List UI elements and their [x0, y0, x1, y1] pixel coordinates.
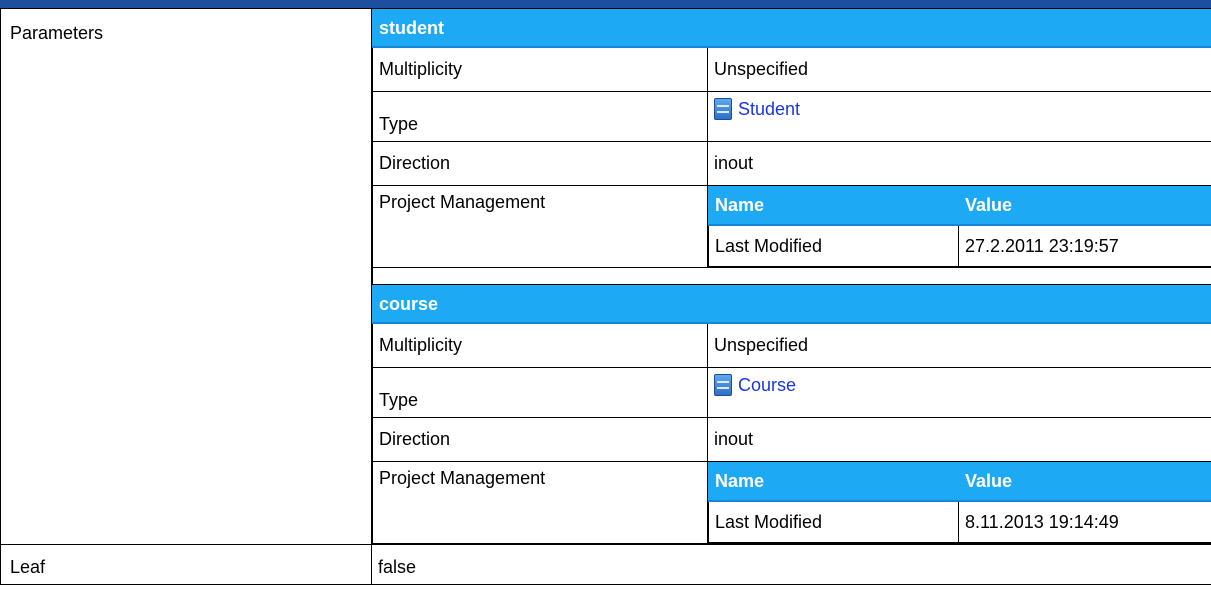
type-value-cell: Course [707, 367, 1211, 418]
pm-value-cell: 8.11.2013 19:14:49 [958, 500, 1211, 543]
pm-value-cell: 27.2.2011 23:19:57 [958, 224, 1211, 267]
parameter-spacer [372, 267, 1211, 285]
direction-value: inout [707, 141, 1211, 186]
class-icon [714, 374, 732, 396]
leaf-label: Leaf [0, 544, 372, 585]
project-management-cell: Name Value Last Modified 8.11.2013 19:14… [707, 461, 1211, 544]
type-link-label: Student [738, 98, 801, 119]
project-management-label: Project Management [372, 461, 708, 544]
pm-header-value: Value [958, 462, 1211, 502]
parameter-block: student Multiplicity Unspecified Type St… [372, 9, 1211, 285]
multiplicity-value: Unspecified [707, 322, 1211, 368]
direction-label: Direction [372, 141, 708, 186]
pm-header-name: Name [708, 186, 959, 226]
parameter-name-header: student [372, 9, 1211, 48]
table-row: Last Modified 27.2.2011 23:19:57 [708, 224, 1211, 267]
direction-value: inout [707, 417, 1211, 462]
parameters-label: Parameters [0, 8, 372, 545]
type-link-label: Course [738, 374, 797, 395]
type-label: Type [372, 367, 708, 418]
parameters-row: Parameters student Multiplicity Unspecif… [0, 8, 1211, 545]
type-label: Type [372, 91, 708, 142]
multiplicity-label: Multiplicity [372, 46, 708, 92]
project-management-table: Name Value Last Modified 27.2.2011 23:19… [708, 186, 1211, 267]
type-link-student[interactable]: Student [714, 98, 800, 120]
parameter-block: course Multiplicity Unspecified Type Cou… [372, 285, 1211, 544]
table-row: Last Modified 8.11.2013 19:14:49 [708, 500, 1211, 543]
pm-name-cell: Last Modified [708, 500, 959, 543]
pm-header-value: Value [958, 186, 1211, 226]
parameters-cell: student Multiplicity Unspecified Type St… [371, 8, 1211, 545]
project-management-label: Project Management [372, 185, 708, 268]
parameter-name-header: course [372, 285, 1211, 324]
leaf-row: Leaf false [0, 544, 1211, 585]
pm-header-name: Name [708, 462, 959, 502]
multiplicity-value: Unspecified [707, 46, 1211, 92]
leaf-value: false [371, 544, 1211, 585]
multiplicity-label: Multiplicity [372, 322, 708, 368]
pm-name-cell: Last Modified [708, 224, 959, 267]
type-value-cell: Student [707, 91, 1211, 142]
properties-table: Parameters student Multiplicity Unspecif… [0, 8, 1211, 585]
project-management-table: Name Value Last Modified 8.11.2013 19:14… [708, 462, 1211, 543]
type-link-course[interactable]: Course [714, 374, 796, 396]
class-icon [714, 98, 732, 120]
direction-label: Direction [372, 417, 708, 462]
project-management-cell: Name Value Last Modified 27.2.2011 23:19… [707, 185, 1211, 268]
